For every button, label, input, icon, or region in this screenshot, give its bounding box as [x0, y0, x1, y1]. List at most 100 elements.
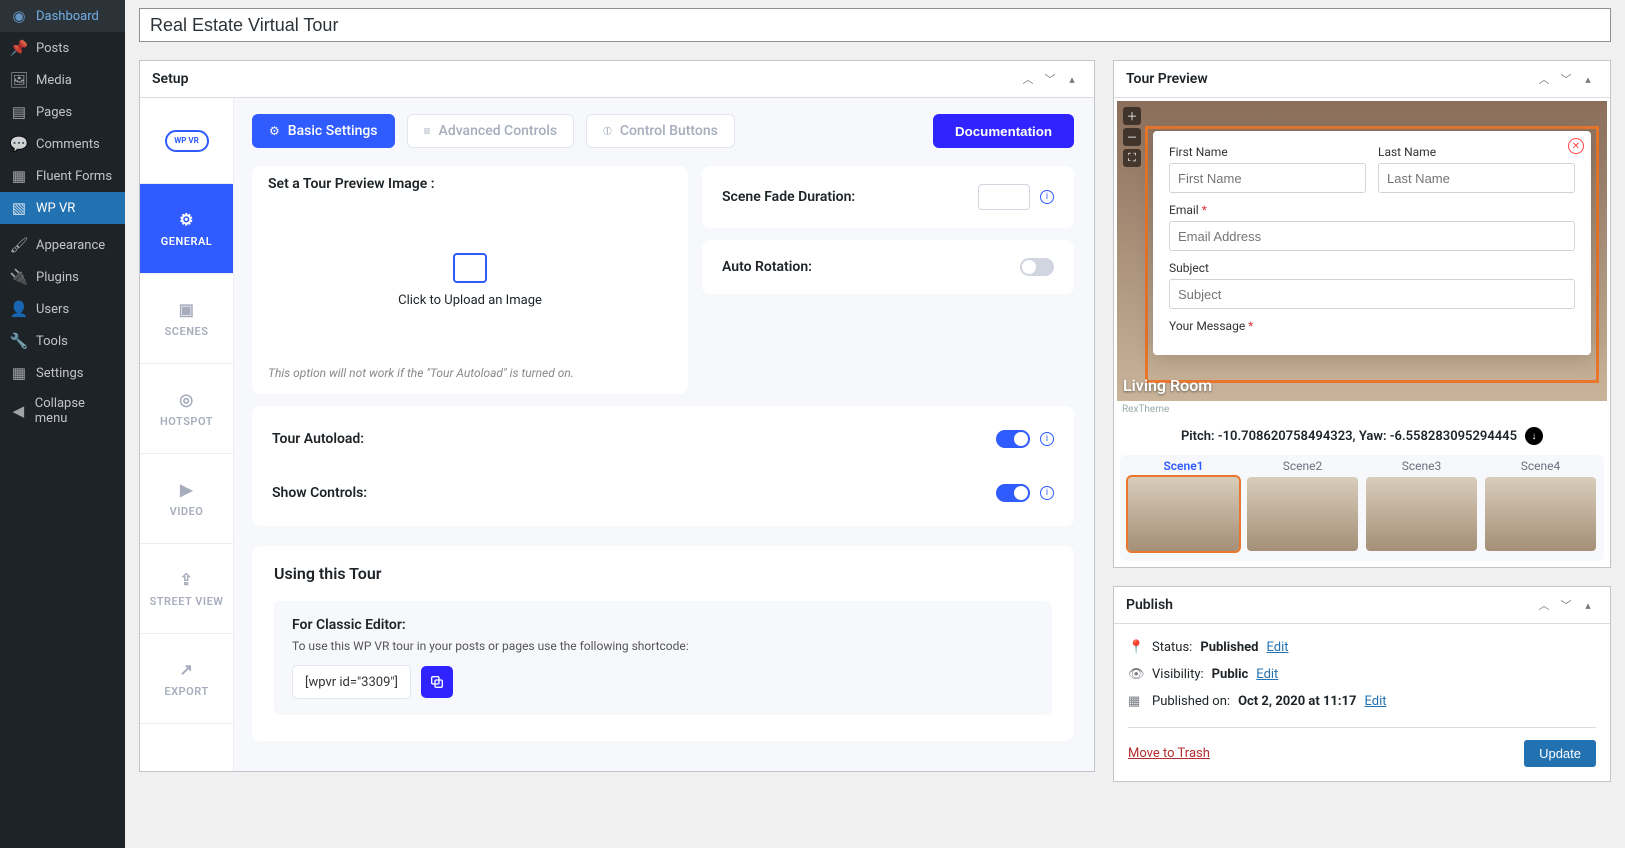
vtab-icon: ▣: [179, 300, 195, 319]
post-title-input[interactable]: [139, 8, 1611, 42]
menu-label: Settings: [36, 366, 83, 381]
subject-input[interactable]: [1169, 279, 1575, 309]
sidebar-item-users[interactable]: 👤 Users: [0, 293, 125, 325]
tab-advanced-controls[interactable]: ≡Advanced Controls: [407, 114, 575, 148]
sidebar-item-wp-vr[interactable]: ▧WP VR: [0, 192, 125, 224]
show-controls-row: Show Controls: i: [252, 466, 1074, 520]
copy-shortcode-button[interactable]: [421, 666, 453, 698]
menu-icon: 👤: [10, 300, 28, 318]
menu-icon: 🔧: [10, 332, 28, 350]
scene-image: [1247, 477, 1358, 551]
auto-rotation-row: Auto Rotation:: [702, 240, 1074, 294]
download-icon[interactable]: ↓: [1525, 427, 1543, 445]
vtab-label: HOTSPOT: [160, 415, 213, 428]
preview-viewport[interactable]: ＋ － ⛶ ✕ First Name Last: [1117, 101, 1607, 401]
last-name-label: Last Name: [1378, 145, 1575, 159]
brand-label: RexTheme: [1114, 404, 1610, 415]
scene-caption: Living Room: [1123, 376, 1212, 395]
menu-label: Posts: [36, 41, 69, 56]
menu-label: Fluent Forms: [36, 169, 112, 184]
menu-label: Appearance: [36, 238, 105, 253]
vtab-general[interactable]: ⚙GENERAL: [140, 184, 233, 274]
panel-up-icon[interactable]: ︿: [1534, 69, 1554, 89]
vtab-hotspot[interactable]: ◎HOTSPOT: [140, 364, 233, 454]
panel-toggle-icon[interactable]: ▴: [1578, 595, 1598, 615]
panel-toggle-icon[interactable]: ▴: [1578, 69, 1598, 89]
edit-visibility-link[interactable]: Edit: [1256, 667, 1278, 682]
panel-up-icon[interactable]: ︿: [1534, 595, 1554, 615]
info-icon[interactable]: i: [1040, 432, 1054, 446]
vtab-video[interactable]: ▶VIDEO: [140, 454, 233, 544]
sidebar-item-fluent-forms[interactable]: ▦Fluent Forms: [0, 160, 125, 192]
tour-preview-panel: Tour Preview ︿ ﹀ ▴ ＋ － ⛶ ✕: [1113, 60, 1611, 568]
move-to-trash-link[interactable]: Move to Trash: [1128, 746, 1210, 761]
menu-icon: ▤: [10, 103, 28, 121]
calendar-icon: ▦: [1128, 694, 1144, 709]
scene-thumb[interactable]: Scene1: [1128, 459, 1239, 551]
edit-status-link[interactable]: Edit: [1266, 640, 1288, 655]
published-on-value: Oct 2, 2020 at 11:17: [1238, 694, 1356, 709]
sidebar-item-tools[interactable]: 🔧Tools: [0, 325, 125, 357]
sidebar-item-posts[interactable]: 📌Posts: [0, 32, 125, 64]
zoom-out-icon[interactable]: －: [1123, 128, 1141, 146]
using-tour-card: Using this Tour For Classic Editor: To u…: [252, 546, 1074, 741]
scene-label: Scene2: [1247, 459, 1358, 477]
show-controls-toggle[interactable]: [996, 484, 1030, 502]
tab-control-buttons[interactable]: ⦶ Control Buttons: [586, 114, 735, 148]
publish-panel: Publish ︿ ﹀ ▴ 📍 Status: Published Edit: [1113, 586, 1611, 782]
sidebar-item-settings[interactable]: ▦Settings: [0, 357, 125, 389]
first-name-input[interactable]: [1169, 163, 1366, 193]
scene-fade-input[interactable]: [978, 184, 1030, 210]
fullscreen-icon[interactable]: ⛶: [1123, 149, 1141, 167]
auto-rotation-label: Auto Rotation:: [722, 259, 812, 275]
info-icon[interactable]: i: [1040, 190, 1054, 204]
menu-icon: ▧: [10, 199, 28, 217]
scene-image: [1128, 477, 1239, 551]
classic-editor-label: For Classic Editor:: [292, 617, 1034, 633]
sidebar-item-collapse-menu[interactable]: ◀Collapse menu: [0, 389, 125, 433]
menu-label: Dashboard: [36, 9, 99, 24]
scene-thumb[interactable]: Scene4: [1485, 459, 1596, 551]
panel-down-icon[interactable]: ﹀: [1040, 69, 1060, 89]
auto-rotation-toggle[interactable]: [1020, 258, 1054, 276]
panel-down-icon[interactable]: ﹀: [1556, 595, 1576, 615]
sidebar-item-dashboard[interactable]: ◉Dashboard: [0, 0, 125, 32]
tab-icon: ⦶: [603, 124, 612, 139]
preview-image-card: Set a Tour Preview Image : Click to Uplo…: [252, 166, 688, 394]
email-label: Email: [1169, 203, 1575, 217]
email-input[interactable]: [1169, 221, 1575, 251]
menu-label: Users: [36, 302, 69, 317]
panel-toggle-icon[interactable]: ▴: [1062, 69, 1082, 89]
vtab-label: GENERAL: [161, 235, 212, 248]
panel-up-icon[interactable]: ︿: [1018, 69, 1038, 89]
edit-date-link[interactable]: Edit: [1364, 694, 1386, 709]
tab-label: Advanced Controls: [439, 123, 558, 139]
pin-icon: 📍: [1128, 640, 1144, 655]
sidebar-item-media[interactable]: 🖼 Media: [0, 64, 125, 96]
upload-image-area[interactable]: Click to Upload an Image: [264, 200, 676, 360]
vtab-label: VIDEO: [170, 505, 204, 518]
menu-label: Media: [36, 73, 72, 88]
info-icon[interactable]: i: [1040, 486, 1054, 500]
vtab-export[interactable]: ↗EXPORT: [140, 634, 233, 724]
update-button[interactable]: Update: [1524, 740, 1596, 767]
sidebar-item-pages[interactable]: ▤ Pages: [0, 96, 125, 128]
tour-autoload-toggle[interactable]: [996, 430, 1030, 448]
menu-label: Pages: [36, 105, 72, 120]
status-value: Published: [1200, 640, 1258, 655]
sidebar-item-appearance[interactable]: 🖌Appearance: [0, 229, 125, 261]
scene-thumb[interactable]: Scene3: [1366, 459, 1477, 551]
zoom-in-icon[interactable]: ＋: [1123, 107, 1141, 125]
vtab-street-view[interactable]: ⇪STREET VIEW: [140, 544, 233, 634]
sidebar-item-comments[interactable]: 💬Comments: [0, 128, 125, 160]
documentation-button[interactable]: Documentation: [933, 114, 1074, 148]
tab-basic-settings[interactable]: ⚙Basic Settings: [252, 114, 395, 148]
scene-thumb[interactable]: Scene2: [1247, 459, 1358, 551]
menu-icon: 🖼: [10, 71, 28, 89]
panel-down-icon[interactable]: ﹀: [1556, 69, 1576, 89]
sidebar-item-plugins[interactable]: 🔌Plugins: [0, 261, 125, 293]
form-close-button[interactable]: ✕: [1568, 138, 1584, 154]
vtab-scenes[interactable]: ▣SCENES: [140, 274, 233, 364]
tab-label: Control Buttons: [620, 123, 718, 139]
last-name-input[interactable]: [1378, 163, 1575, 193]
